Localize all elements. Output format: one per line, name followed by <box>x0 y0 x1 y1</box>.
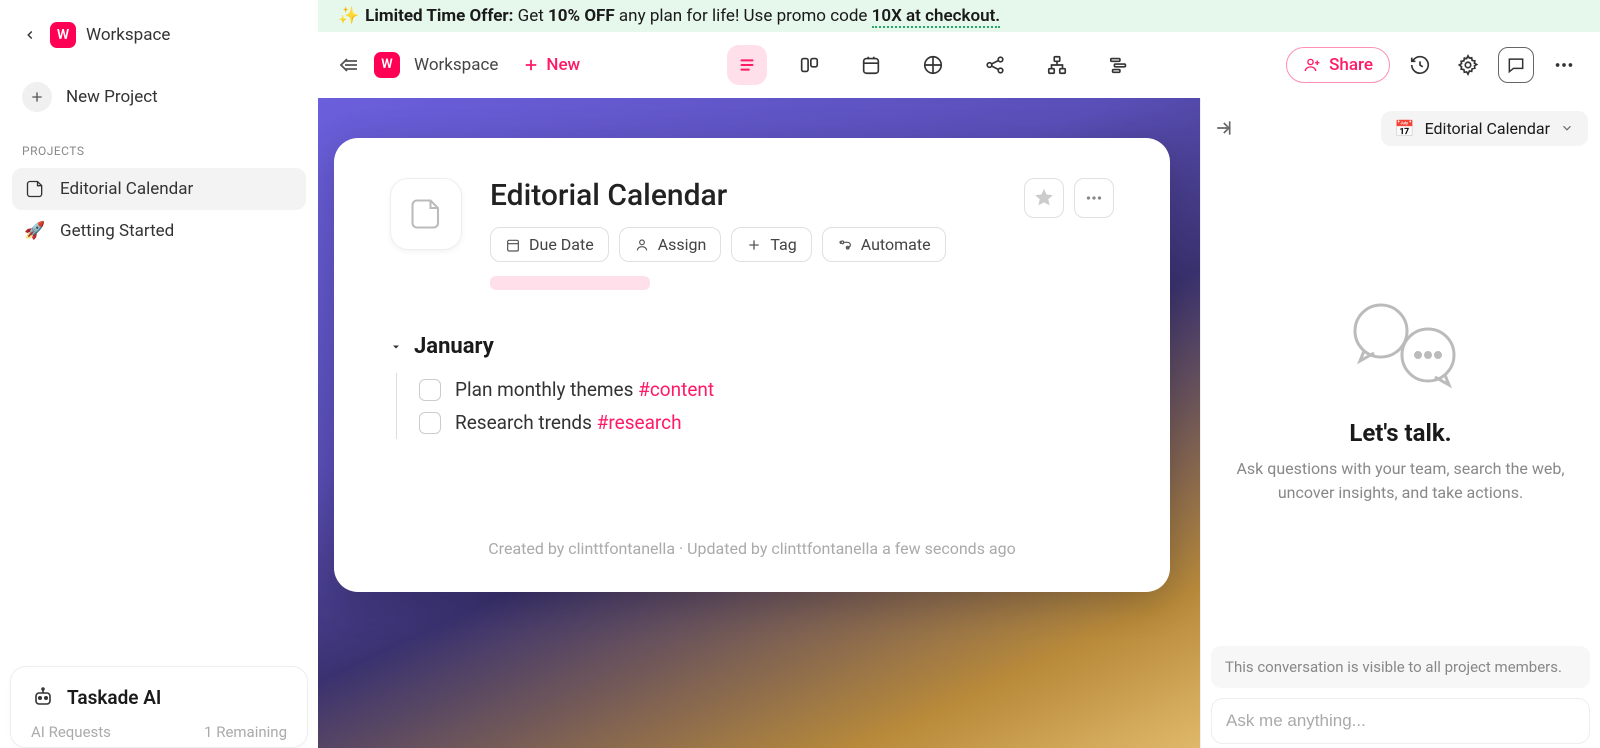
description-placeholder[interactable] <box>490 276 650 290</box>
assign-pill[interactable]: Assign <box>619 227 722 262</box>
automate-label: Automate <box>861 235 931 254</box>
view-table-icon[interactable] <box>913 45 953 85</box>
group-title: January <box>414 334 494 359</box>
view-calendar-icon[interactable] <box>851 45 891 85</box>
rocket-icon: 🚀 <box>24 220 46 242</box>
new-button-label: New <box>546 55 580 75</box>
settings-icon[interactable] <box>1450 47 1486 83</box>
promo-code: 10X at checkout. <box>872 6 1000 28</box>
due-date-label: Due Date <box>529 235 594 254</box>
share-label: Share <box>1329 55 1373 75</box>
share-button[interactable]: Share <box>1286 47 1390 83</box>
calendar-emoji-icon: 📅 <box>1395 119 1415 138</box>
chat-footer: This conversation is visible to all proj… <box>1201 646 1600 748</box>
star-icon[interactable] <box>1024 178 1064 218</box>
back-icon[interactable] <box>20 25 40 45</box>
canvas[interactable]: Editorial Calendar Due Date Assign <box>318 98 1200 748</box>
sidebar-item-label: Getting Started <box>60 221 174 241</box>
view-gantt-icon[interactable] <box>1099 45 1139 85</box>
task-text[interactable]: Plan monthly themes #content <box>455 378 714 401</box>
chat-notice: This conversation is visible to all proj… <box>1211 646 1590 688</box>
promo-pct: 10% OFF <box>548 6 615 26</box>
task-tag: #content <box>638 378 714 401</box>
chat-body: Let's talk. Ask questions with your team… <box>1201 158 1600 646</box>
chat-context-pill[interactable]: 📅 Editorial Calendar <box>1381 111 1588 146</box>
view-board-icon[interactable] <box>789 45 829 85</box>
chat-context-label: Editorial Calendar <box>1425 119 1550 138</box>
automate-pill[interactable]: Automate <box>822 227 946 262</box>
workspace-badge[interactable]: W <box>50 22 76 48</box>
document-title[interactable]: Editorial Calendar <box>490 178 996 213</box>
main: ✨ Limited Time Offer: Get 10% OFF any pl… <box>318 0 1600 748</box>
projects-section-label: PROJECTS <box>12 144 306 168</box>
chat-bubbles-icon <box>1336 299 1466 389</box>
checkbox[interactable] <box>419 379 441 401</box>
plus-icon <box>22 82 52 112</box>
view-orgchart-icon[interactable] <box>1037 45 1077 85</box>
chat-panel-icon[interactable] <box>1498 47 1534 83</box>
topbar: W Workspace New <box>318 32 1600 98</box>
task-label: Plan monthly themes <box>455 378 638 401</box>
sidebar-item-getting-started[interactable]: 🚀 Getting Started <box>12 210 306 252</box>
chat-input[interactable] <box>1226 711 1575 731</box>
workspace-name[interactable]: Workspace <box>86 25 170 45</box>
promo-banner[interactable]: ✨ Limited Time Offer: Get 10% OFF any pl… <box>318 0 1600 32</box>
ai-card-title: Taskade AI <box>67 686 161 709</box>
workspace-badge-mini[interactable]: W <box>374 52 400 78</box>
collapse-chat-icon[interactable] <box>1213 118 1233 138</box>
new-project-button[interactable]: New Project <box>12 72 306 122</box>
promo-text-a: Get <box>513 6 548 26</box>
breadcrumb[interactable]: Workspace <box>414 55 498 75</box>
history-icon[interactable] <box>1402 47 1438 83</box>
view-tabs <box>727 45 1139 85</box>
ai-remaining-label: 1 Remaining <box>204 723 287 741</box>
tag-pill[interactable]: Tag <box>731 227 811 262</box>
card-footer: Created by clinttfontanella · Updated by… <box>390 539 1114 558</box>
sidebar-header: W Workspace <box>12 18 306 52</box>
new-button[interactable]: New <box>522 55 580 75</box>
chevron-down-icon <box>1560 121 1574 135</box>
due-date-pill[interactable]: Due Date <box>490 227 609 262</box>
task-label: Research trends <box>455 411 597 434</box>
sidebar-item-label: Editorial Calendar <box>60 179 193 199</box>
promo-lead: Limited Time Offer: <box>365 6 513 26</box>
outline: January Plan monthly themes #content Res… <box>390 334 1114 439</box>
task-tag: #research <box>597 411 682 434</box>
card-more-icon[interactable] <box>1074 178 1114 218</box>
more-icon[interactable] <box>1546 47 1582 83</box>
chat-input-wrap[interactable] <box>1211 698 1590 744</box>
ai-requests-label: AI Requests <box>31 723 111 741</box>
assign-label: Assign <box>658 235 707 254</box>
chat-heading: Let's talk. <box>1349 419 1451 447</box>
document-card: Editorial Calendar Due Date Assign <box>334 138 1170 592</box>
view-mindmap-icon[interactable] <box>975 45 1015 85</box>
chat-notice-text: This conversation is visible to all proj… <box>1225 658 1562 676</box>
promo-text-b: any plan for life! Use promo code <box>615 6 872 26</box>
content-area: Editorial Calendar Due Date Assign <box>318 98 1600 748</box>
task-text[interactable]: Research trends #research <box>455 411 682 434</box>
collapse-sidebar-icon[interactable] <box>336 53 360 77</box>
sparkle-icon: ✨ <box>338 6 359 26</box>
group-header[interactable]: January <box>390 334 1114 359</box>
task-row[interactable]: Research trends #research <box>396 406 1114 439</box>
ai-card[interactable]: Taskade AI AI Requests 1 Remaining <box>10 666 308 748</box>
caret-down-icon <box>390 341 402 353</box>
doc-icon <box>24 178 46 200</box>
chat-header: 📅 Editorial Calendar <box>1201 98 1600 158</box>
new-project-label: New Project <box>66 87 158 107</box>
sidebar-item-editorial-calendar[interactable]: Editorial Calendar <box>12 168 306 210</box>
tag-label: Tag <box>770 235 796 254</box>
doc-icon-large[interactable] <box>390 178 462 250</box>
view-list-icon[interactable] <box>727 45 767 85</box>
sidebar: W Workspace New Project PROJECTS Editori… <box>0 0 318 748</box>
task-row[interactable]: Plan monthly themes #content <box>396 373 1114 406</box>
chat-panel: 📅 Editorial Calendar <box>1200 98 1600 748</box>
robot-icon <box>31 685 55 709</box>
chat-subtext: Ask questions with your team, search the… <box>1225 457 1576 505</box>
checkbox[interactable] <box>419 412 441 434</box>
